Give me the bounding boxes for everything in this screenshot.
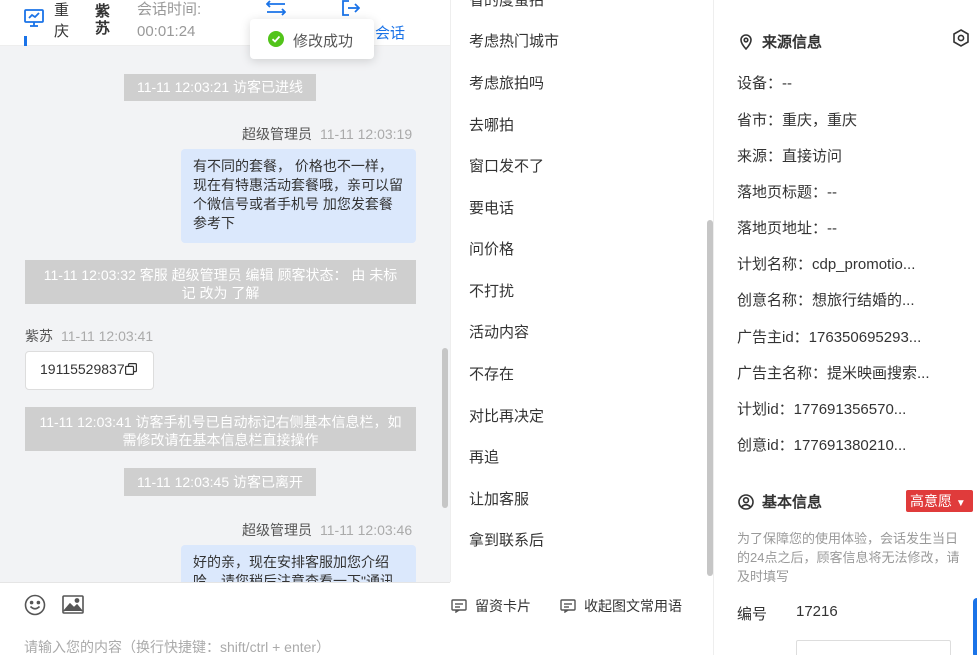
message-time: 11-11 12:03:46 bbox=[320, 522, 413, 538]
agent-message-bubble: 好的亲，现在安排客服加您介绍哈，请您稍后注意查看一下"通讯 bbox=[181, 545, 416, 582]
info-landing-title: 落地页标题：-- bbox=[737, 184, 837, 201]
info-region: 省市：重庆，重庆 bbox=[737, 112, 858, 129]
phrase-item[interactable]: 活动内容 bbox=[469, 321, 529, 342]
phrase-item[interactable]: 去哪拍 bbox=[469, 114, 514, 135]
phrase-item[interactable]: 拿到联系后 bbox=[469, 529, 544, 550]
end-session-button[interactable]: 会话 bbox=[375, 22, 405, 43]
monitor-icon bbox=[24, 9, 44, 27]
message-sender: 超级管理员 11-11 12:03:19 bbox=[242, 124, 412, 144]
id-label: 编号 bbox=[737, 606, 768, 623]
intent-level-value: 高意愿 bbox=[910, 493, 952, 509]
chat-panel: 重庆 紫苏 会话时间: 00:01:24 会话 修改成功 11-11 12:03… bbox=[0, 0, 450, 655]
check-circle-icon bbox=[268, 31, 284, 47]
caret-down-icon: ▼ bbox=[955, 498, 966, 509]
info-edit-note: 为了保障您的使用体验，会话发生当日的24点之后，顾客信息将无法修改，请及时填写 bbox=[737, 531, 960, 584]
quick-phrases-panel: 省的度蜜拍 考虑热门城市 考虑旅拍吗 去哪拍 窗口发不了 要电话 问价格 不打扰… bbox=[450, 0, 713, 582]
toast-text: 修改成功 bbox=[293, 33, 354, 50]
info-landing-url: 落地页地址：-- bbox=[737, 220, 837, 237]
collapse-phrases-button[interactable]: 收起图文常用语 bbox=[560, 596, 682, 616]
transfer-icon[interactable] bbox=[266, 0, 286, 16]
intent-level-dropdown[interactable]: 高意愿 ▼ bbox=[906, 490, 973, 512]
id-value: 17216 bbox=[796, 603, 838, 620]
session-time-label: 会话时间: bbox=[137, 1, 202, 18]
basic-info-title-text: 基本信息 bbox=[762, 494, 823, 511]
card-icon bbox=[451, 599, 467, 614]
phrase-item[interactable]: 要电话 bbox=[469, 197, 514, 218]
message-sender: 超级管理员 11-11 12:03:46 bbox=[242, 520, 412, 540]
phrase-item[interactable]: 不打扰 bbox=[469, 280, 514, 301]
sender-name: 紫苏 bbox=[25, 328, 53, 344]
info-creative-name: 创意名称：想旅行结婚的... bbox=[737, 292, 915, 309]
session-time-value: 00:01:24 bbox=[137, 23, 196, 40]
location-pin-icon bbox=[740, 34, 752, 51]
settings-icon[interactable] bbox=[952, 29, 970, 47]
message-time: 11-11 12:03:19 bbox=[320, 126, 413, 142]
phrase-item[interactable]: 省的度蜜拍 bbox=[469, 0, 544, 10]
phrase-item[interactable]: 不存在 bbox=[469, 363, 514, 384]
user-circle-icon bbox=[738, 494, 754, 510]
info-plan-id: 计划id：177691356570... bbox=[737, 401, 907, 418]
side-handle[interactable] bbox=[973, 598, 977, 655]
chat-scrollbar[interactable] bbox=[442, 348, 448, 508]
phrase-item[interactable]: 窗口发不了 bbox=[469, 155, 544, 176]
emoji-icon[interactable] bbox=[24, 594, 46, 616]
phrase-toolbar: 留资卡片 收起图文常用语 bbox=[450, 582, 713, 655]
info-source: 来源：直接访问 bbox=[737, 148, 843, 165]
message-icon bbox=[560, 599, 576, 614]
agent-message-bubble: 有不同的套餐， 价格也不一样，现在有特惠活动套餐哦，亲可以留个微信号或者手机号 … bbox=[181, 149, 416, 243]
phrase-item[interactable]: 再追 bbox=[469, 446, 499, 467]
chat-header: 重庆 紫苏 会话时间: 00:01:24 会话 bbox=[0, 0, 450, 50]
system-message: 11-11 12:03:41 访客手机号已自动标记右侧基本信息栏，如需修改请在基… bbox=[25, 407, 416, 451]
visitor-message-bubble: 19115529837 bbox=[25, 351, 154, 390]
visitor-info-panel: 来源信息 设备：-- 省市：重庆，重庆 来源：直接访问 落地页标题：-- 落地页… bbox=[713, 0, 977, 655]
lead-card-button[interactable]: 留资卡片 bbox=[451, 596, 531, 616]
info-field-input[interactable] bbox=[796, 640, 951, 655]
copy-icon[interactable] bbox=[124, 363, 137, 375]
info-advertiser-id: 广告主id：176350695293... bbox=[737, 329, 922, 346]
visitor-name: 紫苏 bbox=[95, 3, 111, 37]
phrase-item[interactable]: 问价格 bbox=[469, 238, 514, 259]
exit-icon[interactable] bbox=[342, 0, 360, 16]
sender-name: 超级管理员 bbox=[242, 522, 312, 538]
visitor-city: 重庆 bbox=[54, 2, 70, 40]
info-device: 设备：-- bbox=[737, 75, 792, 92]
system-message: 11-11 12:03:45 访客已离开 bbox=[124, 468, 316, 496]
message-time: 11-11 12:03:41 bbox=[61, 328, 154, 344]
phrase-item[interactable]: 考虑旅拍吗 bbox=[469, 72, 544, 93]
message-sender: 紫苏 11-11 12:03:41 bbox=[25, 326, 153, 346]
system-message: 11-11 12:03:32 客服 超级管理员 编辑 顾客状态： 由 未标记 改… bbox=[25, 260, 416, 304]
phrase-item[interactable]: 考虑热门城市 bbox=[469, 30, 559, 51]
collapse-phrases-label: 收起图文常用语 bbox=[584, 598, 682, 614]
composer: 请输入您的内容（换行快捷键：shift/ctrl + enter） bbox=[0, 582, 450, 655]
info-creative-id: 创意id：177691380210... bbox=[737, 437, 907, 454]
phrase-item[interactable]: 让加客服 bbox=[469, 488, 529, 509]
basic-info-title: 基本信息 bbox=[738, 491, 822, 512]
info-advertiser-name: 广告主名称：提米映画搜索... bbox=[737, 365, 930, 382]
image-icon[interactable] bbox=[62, 595, 84, 614]
source-info-title-text: 来源信息 bbox=[762, 34, 823, 51]
lead-card-label: 留资卡片 bbox=[475, 598, 531, 614]
sender-name: 超级管理员 bbox=[242, 126, 312, 142]
message-list[interactable]: 11-11 12:03:21 访客已进线 超级管理员 11-11 12:03:19… bbox=[0, 46, 450, 582]
source-info-title: 来源信息 bbox=[738, 31, 822, 52]
message-input[interactable]: 请输入您的内容（换行快捷键：shift/ctrl + enter） bbox=[24, 637, 330, 655]
info-plan-name: 计划名称：cdp_promotio... bbox=[737, 256, 916, 273]
system-message: 11-11 12:03:21 访客已进线 bbox=[124, 74, 316, 101]
visitor-message-text: 19115529837 bbox=[40, 361, 125, 377]
phrase-item[interactable]: 对比再决定 bbox=[469, 405, 544, 426]
success-toast: 修改成功 bbox=[250, 19, 374, 59]
